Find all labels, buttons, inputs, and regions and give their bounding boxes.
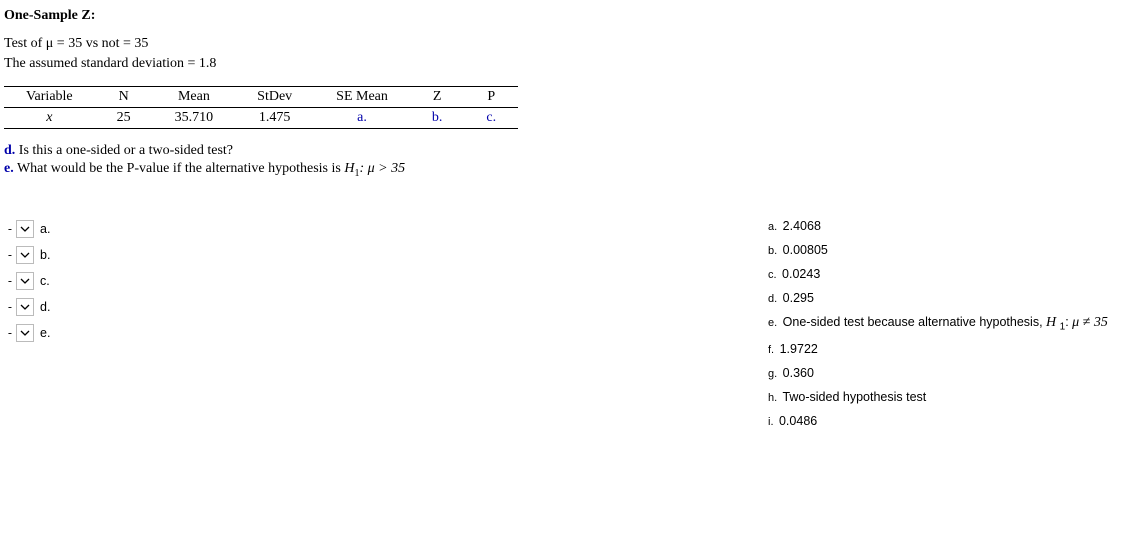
answer-text: 0.0243 [782, 267, 820, 281]
cell-z-blank: b. [410, 108, 465, 129]
question-d: d. Is this a one-sided or a two-sided te… [4, 143, 1118, 159]
col-n: N [95, 87, 153, 108]
assumed-sd-line: The assumed standard deviation = 1.8 [4, 56, 1118, 72]
answer-e: e. One-sided test because alternative hy… [768, 315, 1118, 333]
chevron-down-icon [20, 276, 30, 286]
answer-letter: d. [768, 293, 777, 305]
question-e-text-before: What would be the P-value if the alterna… [17, 161, 344, 176]
dropdown-label-c: c. [40, 274, 50, 288]
dropdown-row-c: - c. [4, 271, 64, 291]
col-semean: SE Mean [314, 87, 410, 108]
answer-text: 1.9722 [780, 342, 818, 356]
question-e-letter: e. [4, 161, 14, 176]
question-e-h1: H [344, 161, 354, 176]
dropdown-prefix: - [4, 274, 16, 288]
dropdown-prefix: - [4, 300, 16, 314]
answer-letter: e. [768, 317, 777, 329]
col-z: Z [410, 87, 465, 108]
table-header-row: Variable N Mean StDev SE Mean Z P [4, 87, 518, 108]
answer-f: f. 1.9722 [768, 342, 1118, 356]
test-hypothesis-line: Test of μ = 35 vs not = 35 [4, 36, 1118, 52]
question-e-text-after: : μ > 35 [359, 161, 405, 176]
answer-text: 0.00805 [783, 243, 828, 257]
dropdown-select-a[interactable] [16, 220, 34, 238]
answer-letter: h. [768, 392, 777, 404]
answer-a: a. 2.4068 [768, 219, 1118, 233]
dropdown-row-d: - d. [4, 297, 64, 317]
answer-i: i. 0.0486 [768, 414, 1118, 428]
answer-g: g. 0.360 [768, 366, 1118, 380]
spacer [64, 219, 768, 439]
question-e: e. What would be the P-value if the alte… [4, 161, 1118, 179]
answer-b: b. 0.00805 [768, 243, 1118, 257]
question-d-text: Is this a one-sided or a two-sided test? [19, 143, 233, 158]
stats-table-container: Variable N Mean StDev SE Mean Z P x 25 3… [4, 86, 1118, 129]
cell-p-blank: c. [464, 108, 518, 129]
question-d-letter: d. [4, 143, 15, 158]
lower-section: - a. - b. - c. - d. [4, 219, 1118, 439]
cell-semean-blank: a. [314, 108, 410, 129]
answer-text: Two-sided hypothesis test [782, 390, 926, 404]
dropdown-select-b[interactable] [16, 246, 34, 264]
cell-variable: x [4, 108, 95, 129]
answer-text: 2.4068 [783, 219, 821, 233]
chevron-down-icon [20, 250, 30, 260]
table-data-row: x 25 35.710 1.475 a. b. c. [4, 108, 518, 129]
dropdown-label-e: e. [40, 326, 50, 340]
page-title: One-Sample Z: [4, 8, 1118, 24]
dropdown-label-b: b. [40, 248, 50, 262]
dropdown-select-d[interactable] [16, 298, 34, 316]
col-p: P [464, 87, 518, 108]
answer-text: 0.295 [783, 291, 814, 305]
answer-letter: i. [768, 416, 774, 428]
col-stdev: StDev [235, 87, 314, 108]
answer-e-mu: μ ≠ 35 [1072, 315, 1108, 330]
answer-text-before: One-sided test because alternative hypot… [783, 315, 1046, 329]
cell-n: 25 [95, 108, 153, 129]
dropdown-label-d: d. [40, 300, 50, 314]
answer-h: h. Two-sided hypothesis test [768, 390, 1118, 404]
dropdown-row-a: - a. [4, 219, 64, 239]
answer-letter: b. [768, 245, 777, 257]
answer-letter: a. [768, 221, 777, 233]
dropdown-row-e: - e. [4, 323, 64, 343]
answer-e-h: H [1046, 315, 1056, 330]
chevron-down-icon [20, 302, 30, 312]
dropdown-select-c[interactable] [16, 272, 34, 290]
col-variable: Variable [4, 87, 95, 108]
dropdown-prefix: - [4, 326, 16, 340]
answer-d: d. 0.295 [768, 291, 1118, 305]
dropdown-prefix: - [4, 222, 16, 236]
answer-choices: a. 2.4068 b. 0.00805 c. 0.0243 d. 0.295 … [768, 219, 1118, 439]
col-mean: Mean [153, 87, 236, 108]
dropdown-label-a: a. [40, 222, 50, 236]
dropdown-select-e[interactable] [16, 324, 34, 342]
answer-c: c. 0.0243 [768, 267, 1118, 281]
cell-mean: 35.710 [153, 108, 236, 129]
answer-letter: c. [768, 269, 777, 281]
answer-letter: g. [768, 368, 777, 380]
cell-stdev: 1.475 [235, 108, 314, 129]
stats-table: Variable N Mean StDev SE Mean Z P x 25 3… [4, 86, 518, 129]
chevron-down-icon [20, 328, 30, 338]
answer-letter: f. [768, 344, 774, 356]
chevron-down-icon [20, 224, 30, 234]
dropdown-prefix: - [4, 248, 16, 262]
answer-text: 0.0486 [779, 414, 817, 428]
answer-text: 0.360 [783, 366, 814, 380]
dropdown-column: - a. - b. - c. - d. [4, 219, 64, 439]
dropdown-row-b: - b. [4, 245, 64, 265]
